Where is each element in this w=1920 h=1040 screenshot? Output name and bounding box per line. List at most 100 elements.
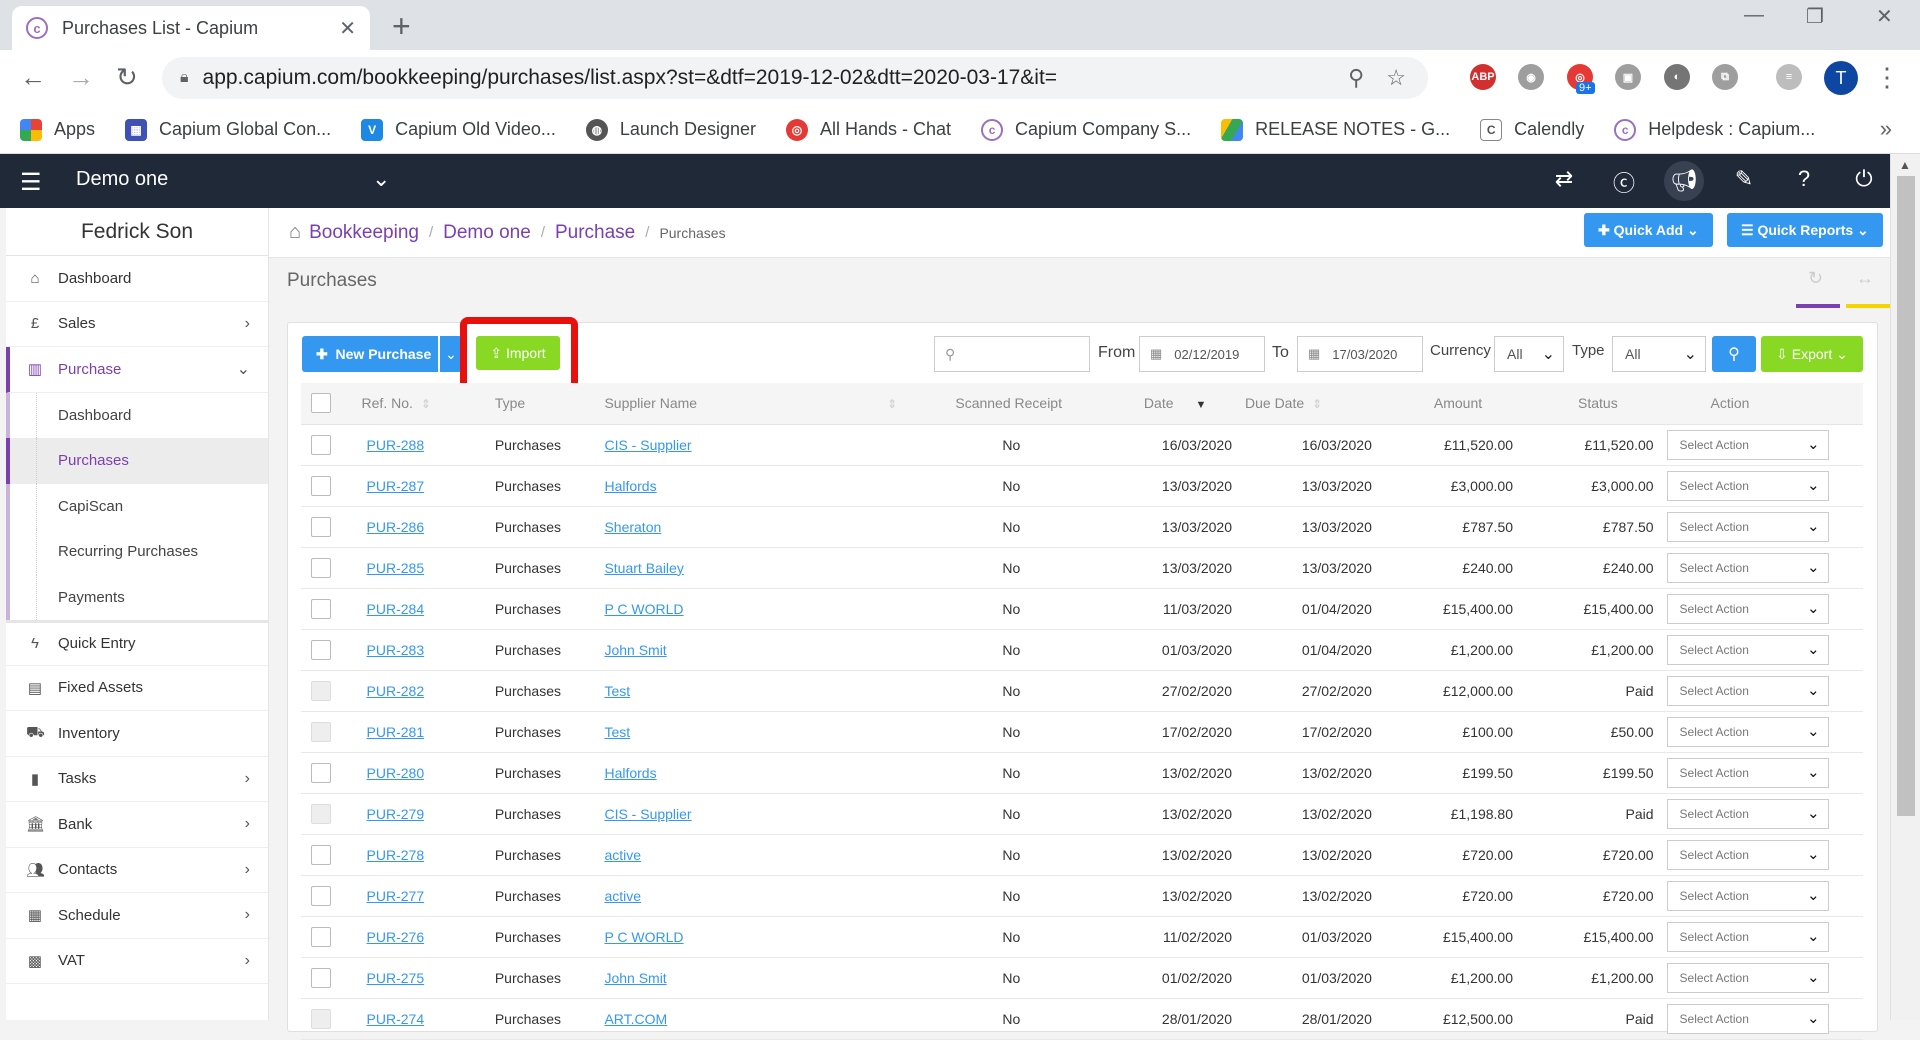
- action-select[interactable]: Select Action ⌄: [1666, 921, 1829, 952]
- bookmark-item[interactable]: RELEASE NOTES - G...: [1221, 118, 1450, 141]
- to-date-input[interactable]: ▦ 17/03/2020: [1297, 336, 1423, 372]
- ref-link[interactable]: PUR-277: [367, 888, 425, 904]
- copy-ext-icon[interactable]: ⧉: [1712, 64, 1738, 90]
- breadcrumb-company[interactable]: Demo one: [443, 222, 531, 244]
- sidebar-item-purchase[interactable]: ▥ Purchase ⌄: [6, 347, 268, 393]
- supplier-link[interactable]: Test: [604, 724, 630, 740]
- sidebar-subitem-recurring[interactable]: Recurring Purchases: [6, 529, 268, 575]
- row-checkbox[interactable]: [311, 762, 331, 783]
- page-scrollbar[interactable]: ▲: [1890, 154, 1920, 1020]
- url-text[interactable]: app.capium.com/bookkeeping/purchases/lis…: [203, 66, 1349, 90]
- action-select[interactable]: Select Action ⌄: [1666, 880, 1829, 911]
- breadcrumb-purchase[interactable]: Purchase: [555, 222, 635, 244]
- ref-link[interactable]: PUR-287: [367, 478, 425, 494]
- sidebar-item-sales[interactable]: £ Sales ›: [6, 302, 268, 347]
- supplier-link[interactable]: Halfords: [604, 765, 656, 781]
- col-due-header[interactable]: Due Date ⇕: [1233, 383, 1376, 425]
- row-checkbox[interactable]: [311, 721, 331, 742]
- row-checkbox[interactable]: [311, 475, 331, 496]
- bookmark-item[interactable]: ◎ All Hands - Chat: [785, 118, 951, 141]
- action-select[interactable]: Select Action ⌄: [1666, 839, 1829, 870]
- bookmark-item[interactable]: ▦ Capium Global Con...: [125, 118, 331, 141]
- new-purchase-button[interactable]: ✚ New Purchase: [302, 336, 438, 372]
- browser-tab[interactable]: c Purchases List - Capium ✕: [12, 6, 370, 50]
- row-checkbox[interactable]: [311, 557, 331, 578]
- sidebar-item-inventory[interactable]: ⛟ Inventory: [6, 711, 268, 757]
- bookmark-apps[interactable]: Apps: [20, 118, 95, 141]
- row-checkbox[interactable]: [311, 598, 331, 619]
- sidebar-item-vat[interactable]: ▩ VAT ›: [6, 939, 268, 984]
- screenshot-icon[interactable]: ▣: [1615, 64, 1641, 90]
- action-select[interactable]: Select Action ⌄: [1666, 1003, 1829, 1034]
- supplier-link[interactable]: ART.COM: [604, 1011, 667, 1027]
- import-button[interactable]: ⇪ Import: [476, 336, 560, 370]
- browser-menu-icon[interactable]: ⋮: [1874, 62, 1900, 93]
- row-checkbox[interactable]: [311, 967, 331, 988]
- select-all-checkbox[interactable]: [311, 393, 331, 414]
- ref-link[interactable]: PUR-280: [367, 765, 425, 781]
- ref-link[interactable]: PUR-286: [367, 519, 425, 535]
- action-select[interactable]: Select Action ⌄: [1666, 634, 1829, 665]
- action-select[interactable]: Select Action ⌄: [1666, 470, 1829, 501]
- ref-link[interactable]: PUR-284: [367, 601, 425, 617]
- close-tab-icon[interactable]: ✕: [339, 16, 356, 41]
- sidebar-item-contacts[interactable]: 👥︎ Contacts ›: [6, 848, 268, 893]
- action-select[interactable]: Select Action ⌄: [1666, 593, 1829, 624]
- row-checkbox[interactable]: [311, 1008, 331, 1029]
- search-input[interactable]: ⚲: [934, 336, 1090, 372]
- row-checkbox[interactable]: [311, 885, 331, 906]
- sidebar-subitem-capiscan[interactable]: CapiScan: [6, 483, 268, 529]
- quick-reports-button[interactable]: ☰ Quick Reports ⌄: [1727, 213, 1883, 247]
- url-bar[interactable]: 🔒︎ app.capium.com/bookkeeping/purchases/…: [162, 57, 1428, 99]
- media-icon[interactable]: ≡: [1776, 64, 1802, 90]
- supplier-link[interactable]: Sheraton: [604, 519, 661, 535]
- expand-icon[interactable]: ↔: [1856, 268, 1874, 289]
- capium-logo-icon[interactable]: ⓒ: [1604, 166, 1644, 198]
- sidebar-item-schedule[interactable]: ▦ Schedule ›: [6, 893, 268, 939]
- currency-select[interactable]: All ⌄: [1494, 336, 1564, 372]
- ref-link[interactable]: PUR-279: [367, 806, 425, 822]
- bookmark-item[interactable]: C Calendly: [1480, 118, 1584, 141]
- action-select[interactable]: Select Action ⌄: [1666, 511, 1829, 542]
- capture-icon[interactable]: ◐: [1664, 64, 1690, 90]
- sidebar-subitem-payments[interactable]: Payments: [6, 574, 268, 620]
- announcement-icon[interactable]: 📢︎: [1664, 161, 1704, 201]
- sidebar-item-dashboard[interactable]: ⌂ Dashboard: [6, 256, 268, 302]
- sidebar-item-bank[interactable]: 🏛︎ Bank ›: [6, 802, 268, 848]
- help-icon[interactable]: ?: [1784, 166, 1824, 192]
- new-purchase-dropdown[interactable]: ⌄: [440, 336, 462, 372]
- from-date-input[interactable]: ▦ 02/12/2019: [1139, 336, 1265, 372]
- switch-icon[interactable]: ⇄: [1544, 166, 1584, 192]
- bookmark-item[interactable]: V Capium Old Video...: [361, 118, 556, 141]
- bookmark-item[interactable]: ◍ Launch Designer: [585, 118, 756, 141]
- action-select[interactable]: Select Action ⌄: [1666, 716, 1829, 747]
- action-select[interactable]: Select Action ⌄: [1666, 798, 1829, 829]
- supplier-link[interactable]: CIS - Supplier: [604, 437, 691, 453]
- row-checkbox[interactable]: [311, 516, 331, 537]
- supplier-link[interactable]: Halfords: [604, 478, 656, 494]
- more-bookmarks-icon[interactable]: »: [1880, 116, 1892, 142]
- power-icon[interactable]: ⏻: [1844, 166, 1884, 192]
- breadcrumb-bookkeeping[interactable]: Bookkeeping: [309, 222, 419, 244]
- company-name[interactable]: Demo one: [76, 168, 168, 191]
- search-button[interactable]: ⚲: [1712, 336, 1756, 372]
- sidebar-subitem-dashboard[interactable]: Dashboard: [6, 392, 268, 438]
- ref-link[interactable]: PUR-285: [367, 560, 425, 576]
- scroll-up-icon[interactable]: ▲: [1899, 158, 1911, 172]
- ref-link[interactable]: PUR-282: [367, 683, 425, 699]
- scroll-thumb[interactable]: [1897, 176, 1915, 816]
- type-select[interactable]: All ⌄: [1612, 336, 1706, 372]
- camera-ext-icon[interactable]: ◉: [1518, 64, 1544, 90]
- supplier-link[interactable]: Test: [604, 683, 630, 699]
- ref-link[interactable]: PUR-275: [367, 970, 425, 986]
- action-select[interactable]: Select Action ⌄: [1666, 552, 1829, 583]
- supplier-link[interactable]: active: [604, 888, 641, 904]
- col-supplier-header[interactable]: Supplier Name ⇕: [603, 383, 955, 425]
- minimize-icon[interactable]: —: [1744, 4, 1764, 27]
- row-checkbox[interactable]: [311, 639, 331, 660]
- adblock-icon[interactable]: ABP: [1470, 64, 1496, 90]
- action-select[interactable]: Select Action ⌄: [1666, 429, 1829, 460]
- supplier-link[interactable]: John Smit: [604, 642, 666, 658]
- supplier-link[interactable]: CIS - Supplier: [604, 806, 691, 822]
- action-select[interactable]: Select Action ⌄: [1666, 962, 1829, 993]
